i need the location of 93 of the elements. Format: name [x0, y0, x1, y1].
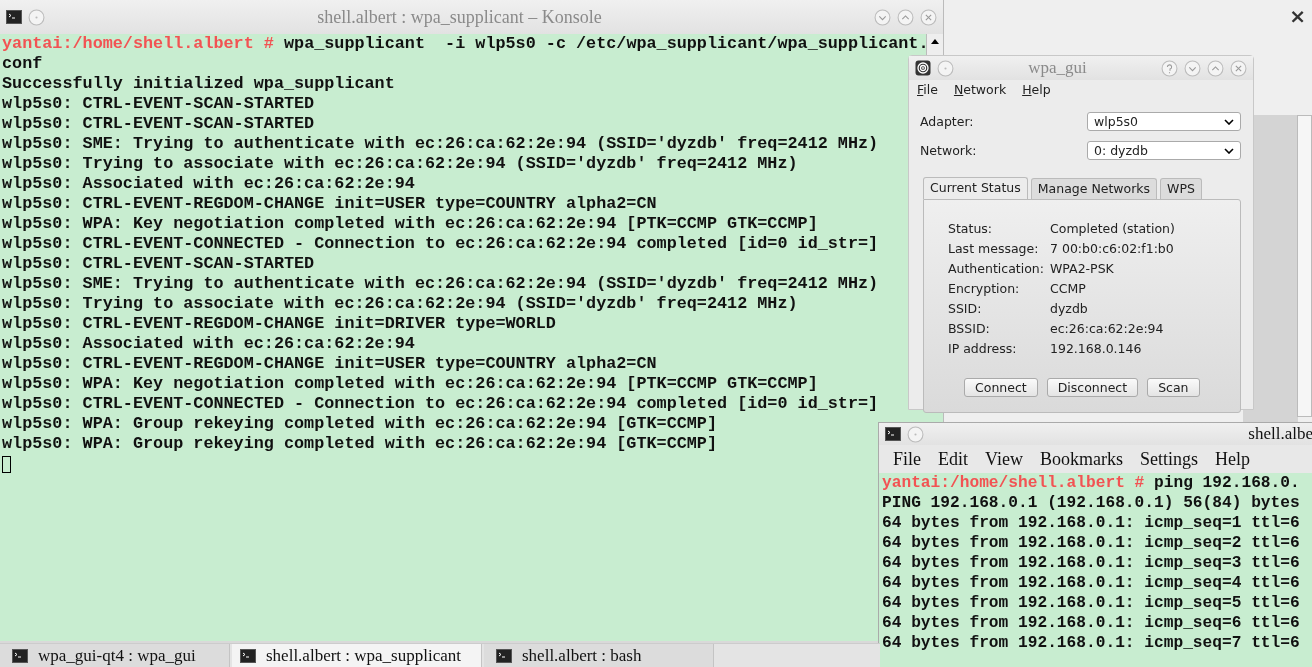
menu-item[interactable]: Network — [953, 82, 1007, 97]
output-line: 64 bytes from 192.168.0.1: icmp_seq=7 ttl=6 — [882, 633, 1300, 653]
maximize-button[interactable] — [897, 8, 914, 26]
status-label: IP address: — [948, 342, 1018, 356]
window-title: wpa_gui — [1027, 58, 1088, 78]
terminal-icon — [12, 649, 28, 663]
output-line: wlp5s0: Trying to associate with ec:26:ca:62:2e:94 (SSID='dyzdb' freq=2412 MHz) — [2, 294, 798, 314]
output-line: conf — [2, 54, 43, 74]
output-line: wlp5s0: Trying to associate with ec:26:ca:62:2e:94 (SSID='dyzdb' freq=2412 MHz) — [2, 154, 798, 174]
terminal-icon — [496, 649, 512, 663]
status-value: 192.168.0.146 — [1050, 342, 1143, 356]
chevron-down-icon — [1224, 147, 1234, 154]
close-button[interactable]: × — [1289, 4, 1306, 28]
taskbar-item[interactable]: shell.albert : bash — [484, 644, 714, 667]
close-button[interactable] — [1230, 59, 1247, 77]
status-value: Completed (station) — [1050, 222, 1176, 236]
status-label: Encryption: — [948, 282, 1021, 296]
text-cursor — [2, 456, 11, 473]
output-line: wlp5s0: WPA: Key negotiation completed with ec:26:ca:62:2e:94 [PTK=CCMP GTK=CCMP] — [2, 214, 818, 234]
output-line: wlp5s0: SME: Trying to authenticate with ec:26:ca:62:2e:94 (SSID='dyzdb' freq=2412 MHz) — [2, 134, 879, 154]
output-line: wlp5s0: CTRL-EVENT-SCAN-STARTED — [2, 94, 315, 114]
output-line: 64 bytes from 192.168.0.1: icmp_seq=5 ttl=6 — [882, 593, 1300, 613]
action-button[interactable]: Connect — [964, 378, 1038, 397]
output-line: wlp5s0: CTRL-EVENT-SCAN-STARTED — [2, 254, 315, 274]
prompt-text: yantai:/home/shell.albert # — [2, 34, 274, 53]
minimize-button[interactable] — [874, 8, 891, 26]
output-line: wlp5s0: WPA: Group rekeying completed with ec:26:ca:62:2e:94 [GTK=CCMP] — [2, 414, 717, 434]
status-value: WPA2-PSK — [1050, 262, 1115, 276]
prompt-text: yantai:/home/shell.albert # — [882, 474, 1145, 492]
action-button[interactable]: Scan — [1147, 378, 1200, 397]
menu-item[interactable]: View — [985, 449, 1023, 470]
status-label: Last message: — [948, 242, 1040, 256]
output-line: wlp5s0: Associated with ec:26:ca:62:2e:94 — [2, 174, 415, 194]
menu-item[interactable]: File — [917, 82, 938, 97]
menu-item[interactable]: Help — [1214, 449, 1250, 470]
field-label: Network: — [920, 143, 977, 158]
command-text: ping 192.168.0. — [1154, 474, 1300, 492]
status-label: BSSID: — [948, 322, 991, 336]
output-line: 64 bytes from 192.168.0.1: icmp_seq=6 ttl=6 — [882, 613, 1300, 633]
output-line: wlp5s0: SME: Trying to authenticate with ec:26:ca:62:2e:94 (SSID='dyzdb' freq=2412 MHz) — [2, 274, 879, 294]
status-label: Status: — [948, 222, 994, 236]
menu-item[interactable]: File — [893, 449, 921, 470]
output-line: 64 bytes from 192.168.0.1: icmp_seq=2 ttl=6 — [882, 533, 1300, 553]
status-value: CCMP — [1050, 282, 1087, 296]
pin-button[interactable] — [907, 425, 924, 443]
tab[interactable]: Manage Networks — [1030, 178, 1158, 199]
scrollbar[interactable] — [1297, 115, 1312, 417]
pin-button[interactable] — [28, 8, 45, 26]
dropdown[interactable]: 0: dyzdb — [1087, 141, 1241, 160]
output-line: PING 192.168.0.1 (192.168.0.1) 56(84) bytes — [882, 493, 1300, 513]
dropdown[interactable]: wlp5s0 — [1087, 112, 1241, 131]
menu-item[interactable]: Bookmarks — [1039, 449, 1123, 470]
help-button[interactable] — [1161, 59, 1178, 77]
taskbar-item[interactable]: wpa_gui-qt4 : wpa_gui — [0, 644, 230, 667]
menu-item[interactable]: Help — [1022, 82, 1051, 97]
tab[interactable]: Current Status — [923, 177, 1028, 199]
output-line: Successfully initialized wpa_supplicant — [2, 74, 395, 94]
taskbar-item[interactable]: shell.albert : wpa_supplicant — [232, 644, 482, 667]
scrollbar[interactable] — [926, 34, 943, 56]
output-line: wlp5s0: CTRL-EVENT-CONNECTED - Connection to ec:26:ca:62:2e:94 completed [id=0 id_str=] — [2, 394, 879, 414]
output-line: 64 bytes from 192.168.0.1: icmp_seq=1 ttl=6 — [882, 513, 1300, 533]
chevron-down-icon — [1224, 118, 1234, 125]
terminal-icon — [6, 10, 22, 24]
output-line: 64 bytes from 192.168.0.1: icmp_seq=3 ttl=6 — [882, 553, 1300, 573]
maximize-button[interactable] — [1207, 59, 1224, 77]
menu-item[interactable]: Edit — [938, 449, 968, 470]
close-button[interactable] — [920, 8, 937, 26]
window-title: shell.albert : wpa_supplicant – Konsole — [316, 6, 603, 28]
output-line: wlp5s0: CTRL-EVENT-REGDOM-CHANGE init=DRIVER type=WORLD — [2, 314, 556, 334]
output-line: wlp5s0: CTRL-EVENT-REGDOM-CHANGE init=USER type=COUNTRY alpha2=CN — [2, 354, 657, 374]
command-text: wpa_supplicant -i wlp5s0 -c /etc/wpa_supplicant/wpa_supplicant. — [284, 34, 929, 53]
menu-item[interactable]: Settings — [1139, 449, 1198, 470]
minimize-button[interactable] — [1184, 59, 1201, 77]
output-line: wlp5s0: WPA: Group rekeying completed with ec:26:ca:62:2e:94 [GTK=CCMP] — [2, 434, 717, 454]
terminal-icon — [240, 649, 256, 663]
status-label: Authentication: — [948, 262, 1045, 276]
tab[interactable]: WPS — [1160, 178, 1202, 199]
status-value: dyzdb — [1050, 302, 1089, 316]
window-title: shell.albe — [1247, 424, 1312, 444]
status-label: SSID: — [948, 302, 983, 316]
field-label: Adapter: — [920, 114, 974, 129]
output-line: wlp5s0: WPA: Key negotiation completed with ec:26:ca:62:2e:94 [PTK=CCMP GTK=CCMP] — [2, 374, 818, 394]
status-value: 7 00:b0:c6:02:f1:b0 — [1050, 242, 1175, 256]
output-line: wlp5s0: CTRL-EVENT-SCAN-STARTED — [2, 114, 315, 134]
terminal-icon — [885, 427, 901, 441]
output-line: wlp5s0: Associated with ec:26:ca:62:2e:94 — [2, 334, 415, 354]
action-button[interactable]: Disconnect — [1046, 378, 1139, 397]
status-value: ec:26:ca:62:2e:94 — [1050, 322, 1165, 336]
output-line: wlp5s0: CTRL-EVENT-REGDOM-CHANGE init=USER type=COUNTRY alpha2=CN — [2, 194, 657, 214]
broadcast-icon — [915, 60, 931, 76]
output-line: wlp5s0: CTRL-EVENT-CONNECTED - Connection to ec:26:ca:62:2e:94 completed [id=0 id_str=] — [2, 234, 879, 254]
output-line: 64 bytes from 192.168.0.1: icmp_seq=4 ttl=6 — [882, 573, 1300, 593]
pin-button[interactable] — [937, 59, 954, 77]
